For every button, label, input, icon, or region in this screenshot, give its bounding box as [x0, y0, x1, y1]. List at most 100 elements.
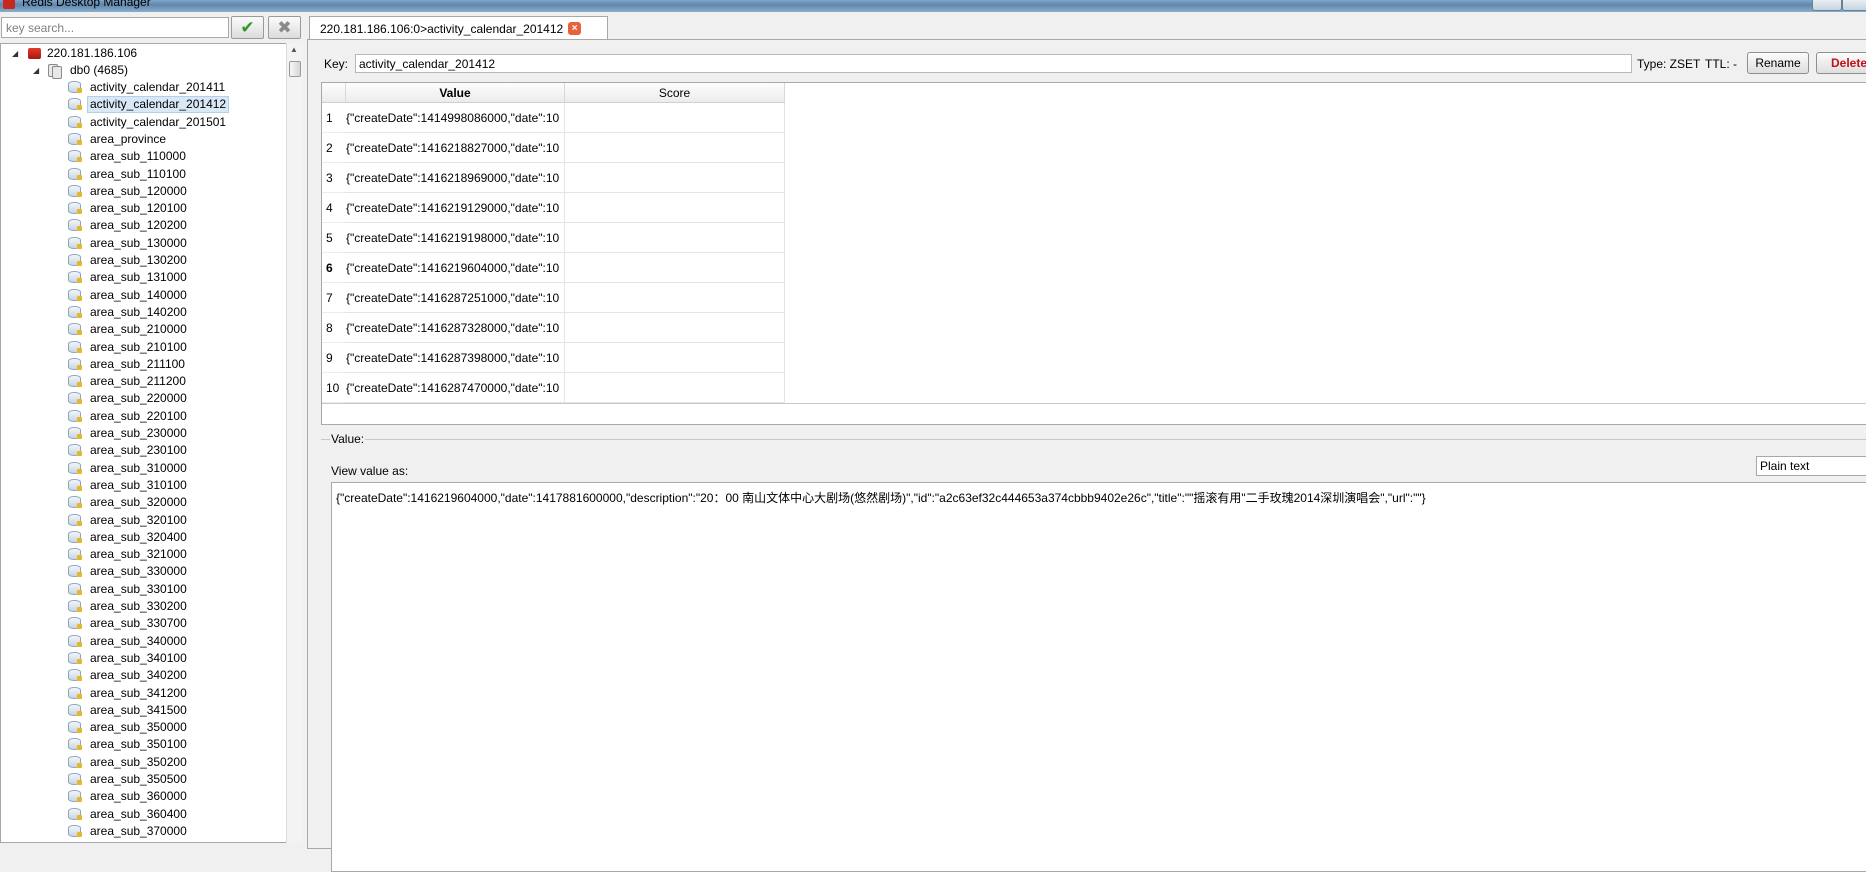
tree-item-key[interactable]: area_sub_320000: [1, 494, 286, 511]
key-search-input[interactable]: [2, 18, 228, 37]
tree-item-key[interactable]: area_sub_341500: [1, 702, 286, 719]
value-cell[interactable]: {"createDate":1416218827000,"date":10: [346, 133, 565, 163]
collapse-arrow-icon[interactable]: ◢: [33, 62, 39, 79]
value-cell[interactable]: {"createDate":1416219198000,"date":10: [346, 223, 565, 253]
tree-item-key[interactable]: area_sub_140200: [1, 304, 286, 321]
clear-filter-button[interactable]: ✖: [268, 16, 301, 39]
tree-item-key[interactable]: area_sub_120200: [1, 217, 286, 234]
tree-item-database[interactable]: ◢ db0 (4685): [1, 62, 286, 79]
tab-key-view[interactable]: 220.181.186.106:0>activity_calendar_2014…: [309, 16, 608, 40]
tree-item-key[interactable]: area_sub_330700: [1, 615, 286, 632]
row-number[interactable]: 7: [322, 283, 346, 313]
delete-button[interactable]: Delete: [1816, 52, 1866, 74]
tree-scrollbar[interactable]: ▲: [286, 43, 303, 843]
key-tree[interactable]: ◢ 220.181.186.106 ◢ db0 (4685) activity_…: [0, 43, 287, 843]
tree-item-key[interactable]: area_sub_370000: [1, 823, 286, 840]
table-row[interactable]: 1 {"createDate":1414998086000,"date":10: [322, 103, 785, 133]
tree-item-key[interactable]: area_sub_350200: [1, 754, 286, 771]
tree-item-key[interactable]: area_sub_220100: [1, 408, 286, 425]
value-cell[interactable]: {"createDate":1416287328000,"date":10: [346, 313, 565, 343]
apply-filter-button[interactable]: ✔: [231, 16, 264, 39]
tree-item-key[interactable]: area_sub_320100: [1, 512, 286, 529]
tree-item-key[interactable]: area_sub_310000: [1, 460, 286, 477]
tree-item-key[interactable]: area_sub_320400: [1, 529, 286, 546]
value-cell[interactable]: {"createDate":1416287398000,"date":10: [346, 343, 565, 373]
table-row[interactable]: 5 {"createDate":1416219198000,"date":10: [322, 223, 785, 253]
score-cell[interactable]: [565, 313, 785, 343]
column-header-value[interactable]: Value: [346, 83, 565, 103]
table-row[interactable]: 6 {"createDate":1416219604000,"date":10: [322, 253, 785, 283]
tree-item-key[interactable]: area_sub_330100: [1, 581, 286, 598]
tree-item-key[interactable]: area_province: [1, 131, 286, 148]
tree-item-key[interactable]: area_sub_210100: [1, 339, 286, 356]
zset-values-table[interactable]: Value Score 1 {"createDate":1414998086000…: [321, 82, 1866, 425]
tree-item-key[interactable]: activity_calendar_201411: [1, 79, 286, 96]
tree-item-key[interactable]: area_sub_220000: [1, 390, 286, 407]
score-cell[interactable]: [565, 223, 785, 253]
tree-item-key[interactable]: area_sub_341200: [1, 685, 286, 702]
tree-item-key[interactable]: area_sub_120100: [1, 200, 286, 217]
minimize-button[interactable]: [1812, 0, 1842, 11]
value-cell[interactable]: {"createDate":1416219604000,"date":10: [346, 253, 565, 283]
tree-item-key[interactable]: area_sub_340200: [1, 667, 286, 684]
value-format-select[interactable]: Plain text: [1756, 456, 1866, 476]
score-cell[interactable]: [565, 283, 785, 313]
tree-item-key[interactable]: area_sub_350100: [1, 736, 286, 753]
tree-item-key[interactable]: area_sub_230100: [1, 442, 286, 459]
tree-item-key[interactable]: area_sub_230000: [1, 425, 286, 442]
maximize-button[interactable]: [1842, 0, 1866, 11]
tree-item-key[interactable]: area_sub_110100: [1, 166, 286, 183]
tree-item-key[interactable]: area_sub_340100: [1, 650, 286, 667]
tree-item-key[interactable]: area_sub_130000: [1, 235, 286, 252]
score-cell[interactable]: [565, 253, 785, 283]
tree-item-key[interactable]: area_sub_340000: [1, 633, 286, 650]
table-row[interactable]: 2 {"createDate":1416218827000,"date":10: [322, 133, 785, 163]
value-cell[interactable]: {"createDate":1414998086000,"date":10: [346, 103, 565, 133]
value-cell[interactable]: {"createDate":1416218969000,"date":10: [346, 163, 565, 193]
tree-item-key[interactable]: area_sub_350000: [1, 719, 286, 736]
tree-item-key[interactable]: area_sub_310100: [1, 477, 286, 494]
row-number[interactable]: 9: [322, 343, 346, 373]
score-cell[interactable]: [565, 343, 785, 373]
table-row[interactable]: 7 {"createDate":1416287251000,"date":10: [322, 283, 785, 313]
tree-item-key[interactable]: area_sub_350500: [1, 771, 286, 788]
tree-item-key[interactable]: area_sub_321000: [1, 546, 286, 563]
scroll-up-icon[interactable]: ▲: [290, 45, 298, 54]
score-cell[interactable]: [565, 103, 785, 133]
tree-item-server[interactable]: ◢ 220.181.186.106: [1, 45, 286, 62]
row-number[interactable]: 5: [322, 223, 346, 253]
rename-button[interactable]: Rename: [1747, 52, 1809, 74]
tree-item-key[interactable]: area_sub_210000: [1, 321, 286, 338]
row-number[interactable]: 2: [322, 133, 346, 163]
tree-item-key[interactable]: area_sub_131000: [1, 269, 286, 286]
score-cell[interactable]: [565, 373, 785, 403]
table-row[interactable]: 3 {"createDate":1416218969000,"date":10: [322, 163, 785, 193]
row-number[interactable]: 10: [322, 373, 346, 403]
score-cell[interactable]: [565, 163, 785, 193]
tree-item-key[interactable]: activity_calendar_201501: [1, 114, 286, 131]
collapse-arrow-icon[interactable]: ◢: [12, 45, 18, 62]
row-number[interactable]: 3: [322, 163, 346, 193]
tree-item-key[interactable]: area_sub_110000: [1, 148, 286, 165]
row-number[interactable]: 8: [322, 313, 346, 343]
column-header-score[interactable]: Score: [565, 83, 785, 103]
value-text-area[interactable]: {"createDate":1416219604000,"date":14178…: [331, 482, 1866, 872]
scrollbar-thumb[interactable]: [289, 61, 301, 77]
tree-item-key[interactable]: activity_calendar_201412: [1, 96, 286, 114]
tree-item-key[interactable]: area_sub_360000: [1, 788, 286, 805]
tree-item-key[interactable]: area_sub_330000: [1, 563, 286, 580]
row-number[interactable]: 6: [322, 253, 346, 283]
tree-item-key[interactable]: area_sub_140000: [1, 287, 286, 304]
row-number[interactable]: 1: [322, 103, 346, 133]
tree-item-key[interactable]: area_sub_330200: [1, 598, 286, 615]
tree-item-key[interactable]: area_sub_211100: [1, 356, 286, 373]
key-search-box[interactable]: [1, 17, 229, 38]
table-row[interactable]: 8 {"createDate":1416287328000,"date":10: [322, 313, 785, 343]
tree-item-key[interactable]: area_sub_360400: [1, 806, 286, 823]
row-number[interactable]: 4: [322, 193, 346, 223]
close-tab-icon[interactable]: ×: [568, 22, 582, 35]
tree-item-key[interactable]: area_sub_120000: [1, 183, 286, 200]
key-name-field[interactable]: [355, 54, 1632, 73]
value-cell[interactable]: {"createDate":1416287470000,"date":10: [346, 373, 565, 403]
value-cell[interactable]: {"createDate":1416219129000,"date":10: [346, 193, 565, 223]
